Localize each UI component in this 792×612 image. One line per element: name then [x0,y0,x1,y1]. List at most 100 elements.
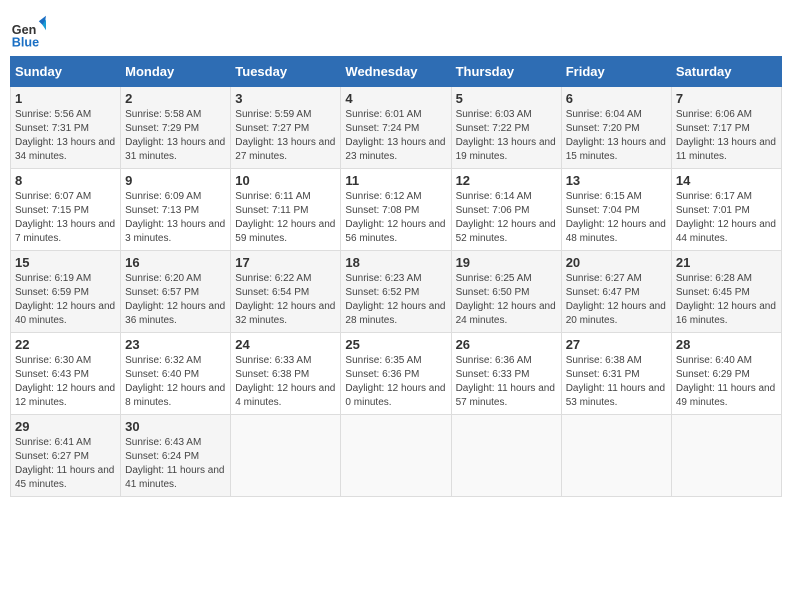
header-row: SundayMondayTuesdayWednesdayThursdayFrid… [11,57,782,87]
day-number: 19 [456,255,557,270]
day-cell: 20 Sunrise: 6:27 AMSunset: 6:47 PMDaylig… [561,251,671,333]
day-number: 8 [15,173,116,188]
day-info: Sunrise: 6:25 AMSunset: 6:50 PMDaylight:… [456,273,556,326]
day-info: Sunrise: 6:19 AMSunset: 6:59 PMDaylight:… [15,273,115,326]
day-number: 5 [456,91,557,106]
day-info: Sunrise: 6:12 AMSunset: 7:08 PMDaylight:… [345,191,445,244]
day-cell: 14 Sunrise: 6:17 AMSunset: 7:01 PMDaylig… [671,169,781,251]
day-number: 3 [235,91,336,106]
day-cell: 19 Sunrise: 6:25 AMSunset: 6:50 PMDaylig… [451,251,561,333]
day-cell [341,415,451,497]
col-header-saturday: Saturday [671,57,781,87]
day-number: 15 [15,255,116,270]
day-cell: 2 Sunrise: 5:58 AMSunset: 7:29 PMDayligh… [121,87,231,169]
day-cell: 17 Sunrise: 6:22 AMSunset: 6:54 PMDaylig… [231,251,341,333]
day-number: 30 [125,419,226,434]
day-number: 26 [456,337,557,352]
day-number: 7 [676,91,777,106]
day-info: Sunrise: 6:27 AMSunset: 6:47 PMDaylight:… [566,273,666,326]
day-cell: 25 Sunrise: 6:35 AMSunset: 6:36 PMDaylig… [341,333,451,415]
day-number: 13 [566,173,667,188]
day-number: 2 [125,91,226,106]
day-info: Sunrise: 5:59 AMSunset: 7:27 PMDaylight:… [235,109,335,162]
day-number: 14 [676,173,777,188]
calendar-table: SundayMondayTuesdayWednesdayThursdayFrid… [10,56,782,497]
week-row-4: 22 Sunrise: 6:30 AMSunset: 6:43 PMDaylig… [11,333,782,415]
week-row-5: 29 Sunrise: 6:41 AMSunset: 6:27 PMDaylig… [11,415,782,497]
day-number: 17 [235,255,336,270]
day-info: Sunrise: 5:56 AMSunset: 7:31 PMDaylight:… [15,109,115,162]
day-info: Sunrise: 6:36 AMSunset: 6:33 PMDaylight:… [456,355,555,408]
day-cell: 24 Sunrise: 6:33 AMSunset: 6:38 PMDaylig… [231,333,341,415]
col-header-monday: Monday [121,57,231,87]
day-number: 6 [566,91,667,106]
page-header: Gen Blue [10,10,782,50]
day-cell: 13 Sunrise: 6:15 AMSunset: 7:04 PMDaylig… [561,169,671,251]
day-info: Sunrise: 6:30 AMSunset: 6:43 PMDaylight:… [15,355,115,408]
day-cell: 5 Sunrise: 6:03 AMSunset: 7:22 PMDayligh… [451,87,561,169]
day-number: 24 [235,337,336,352]
day-number: 11 [345,173,446,188]
col-header-wednesday: Wednesday [341,57,451,87]
day-cell [561,415,671,497]
day-number: 25 [345,337,446,352]
day-number: 22 [15,337,116,352]
day-info: Sunrise: 6:15 AMSunset: 7:04 PMDaylight:… [566,191,666,244]
day-info: Sunrise: 6:22 AMSunset: 6:54 PMDaylight:… [235,273,335,326]
col-header-thursday: Thursday [451,57,561,87]
week-row-1: 1 Sunrise: 5:56 AMSunset: 7:31 PMDayligh… [11,87,782,169]
day-cell: 3 Sunrise: 5:59 AMSunset: 7:27 PMDayligh… [231,87,341,169]
svg-text:Blue: Blue [12,35,39,49]
week-row-3: 15 Sunrise: 6:19 AMSunset: 6:59 PMDaylig… [11,251,782,333]
day-info: Sunrise: 6:38 AMSunset: 6:31 PMDaylight:… [566,355,665,408]
day-cell: 7 Sunrise: 6:06 AMSunset: 7:17 PMDayligh… [671,87,781,169]
day-cell: 12 Sunrise: 6:14 AMSunset: 7:06 PMDaylig… [451,169,561,251]
day-cell: 27 Sunrise: 6:38 AMSunset: 6:31 PMDaylig… [561,333,671,415]
day-cell [451,415,561,497]
day-info: Sunrise: 6:01 AMSunset: 7:24 PMDaylight:… [345,109,445,162]
day-info: Sunrise: 6:28 AMSunset: 6:45 PMDaylight:… [676,273,776,326]
day-cell: 9 Sunrise: 6:09 AMSunset: 7:13 PMDayligh… [121,169,231,251]
day-info: Sunrise: 6:20 AMSunset: 6:57 PMDaylight:… [125,273,225,326]
logo: Gen Blue [10,14,50,50]
day-info: Sunrise: 6:06 AMSunset: 7:17 PMDaylight:… [676,109,776,162]
col-header-sunday: Sunday [11,57,121,87]
day-cell: 30 Sunrise: 6:43 AMSunset: 6:24 PMDaylig… [121,415,231,497]
week-row-2: 8 Sunrise: 6:07 AMSunset: 7:15 PMDayligh… [11,169,782,251]
day-cell: 22 Sunrise: 6:30 AMSunset: 6:43 PMDaylig… [11,333,121,415]
day-cell: 16 Sunrise: 6:20 AMSunset: 6:57 PMDaylig… [121,251,231,333]
day-cell: 28 Sunrise: 6:40 AMSunset: 6:29 PMDaylig… [671,333,781,415]
day-cell: 10 Sunrise: 6:11 AMSunset: 7:11 PMDaylig… [231,169,341,251]
day-number: 1 [15,91,116,106]
day-number: 29 [15,419,116,434]
day-cell: 15 Sunrise: 6:19 AMSunset: 6:59 PMDaylig… [11,251,121,333]
day-cell: 6 Sunrise: 6:04 AMSunset: 7:20 PMDayligh… [561,87,671,169]
day-cell: 4 Sunrise: 6:01 AMSunset: 7:24 PMDayligh… [341,87,451,169]
day-cell: 18 Sunrise: 6:23 AMSunset: 6:52 PMDaylig… [341,251,451,333]
day-info: Sunrise: 6:09 AMSunset: 7:13 PMDaylight:… [125,191,225,244]
day-number: 21 [676,255,777,270]
day-number: 20 [566,255,667,270]
day-number: 27 [566,337,667,352]
day-cell: 1 Sunrise: 5:56 AMSunset: 7:31 PMDayligh… [11,87,121,169]
day-cell: 23 Sunrise: 6:32 AMSunset: 6:40 PMDaylig… [121,333,231,415]
day-info: Sunrise: 6:41 AMSunset: 6:27 PMDaylight:… [15,437,114,490]
day-info: Sunrise: 6:11 AMSunset: 7:11 PMDaylight:… [235,191,335,244]
col-header-friday: Friday [561,57,671,87]
day-cell: 21 Sunrise: 6:28 AMSunset: 6:45 PMDaylig… [671,251,781,333]
day-info: Sunrise: 6:32 AMSunset: 6:40 PMDaylight:… [125,355,225,408]
day-info: Sunrise: 6:14 AMSunset: 7:06 PMDaylight:… [456,191,556,244]
logo-icon: Gen Blue [10,14,46,50]
day-number: 12 [456,173,557,188]
day-cell: 11 Sunrise: 6:12 AMSunset: 7:08 PMDaylig… [341,169,451,251]
day-number: 23 [125,337,226,352]
day-info: Sunrise: 6:35 AMSunset: 6:36 PMDaylight:… [345,355,445,408]
day-info: Sunrise: 6:33 AMSunset: 6:38 PMDaylight:… [235,355,335,408]
day-info: Sunrise: 6:40 AMSunset: 6:29 PMDaylight:… [676,355,775,408]
day-info: Sunrise: 6:43 AMSunset: 6:24 PMDaylight:… [125,437,224,490]
day-cell [671,415,781,497]
day-number: 10 [235,173,336,188]
day-cell: 29 Sunrise: 6:41 AMSunset: 6:27 PMDaylig… [11,415,121,497]
day-info: Sunrise: 5:58 AMSunset: 7:29 PMDaylight:… [125,109,225,162]
day-info: Sunrise: 6:04 AMSunset: 7:20 PMDaylight:… [566,109,666,162]
